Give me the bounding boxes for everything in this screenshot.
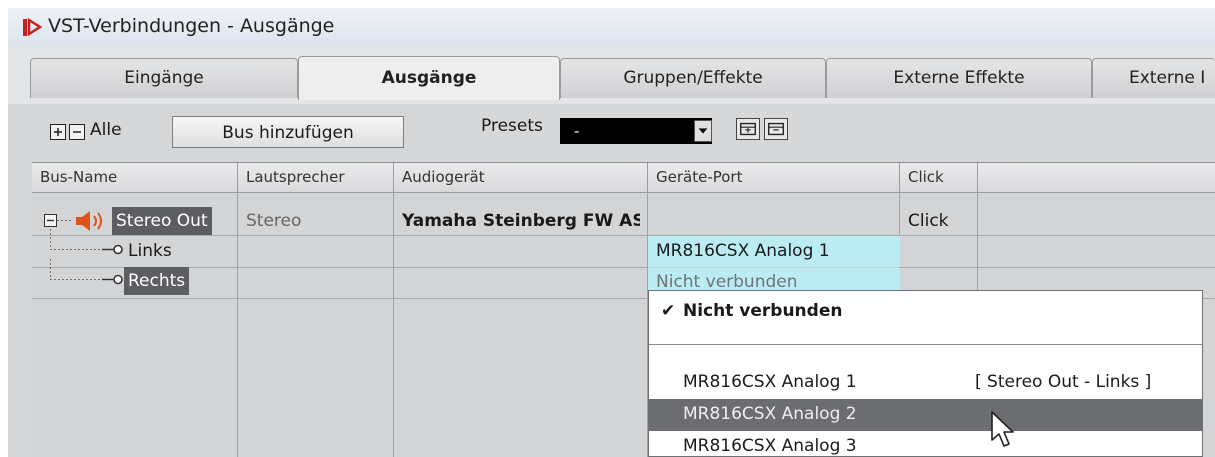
column-divider	[237, 193, 238, 457]
speaker-config[interactable]: Stereo	[246, 211, 301, 231]
header-bus-name[interactable]: Bus-Name	[32, 163, 238, 193]
menu-item-nicht-verbunden[interactable]: ✔ Nicht verbunden	[649, 297, 1202, 329]
menu-item-label: Nicht verbunden	[683, 301, 843, 321]
window-title: VST-Verbindungen - Ausgänge	[48, 15, 335, 37]
tab-gruppen-effekte[interactable]: Gruppen/Effekte	[560, 58, 826, 98]
header-empty	[978, 163, 1215, 193]
toolbar: Alle Bus hinzufügen Presets -	[8, 104, 1215, 162]
click-value[interactable]: Click	[908, 211, 949, 231]
row-divider	[900, 267, 1215, 268]
menu-item-label: MR816CSX Analog 3	[683, 436, 857, 456]
checkmark-icon: ✔	[661, 301, 676, 321]
menu-item-analog-3[interactable]: MR816CSX Analog 3	[649, 431, 1202, 457]
tab-externe-effekte[interactable]: Externe Effekte	[826, 58, 1092, 98]
channel-links[interactable]: Links	[128, 241, 172, 261]
menu-separator	[649, 344, 1202, 345]
row-divider	[32, 298, 648, 299]
remove-preset-icon[interactable]	[764, 118, 788, 140]
menu-item-assignment: [ Stereo Out - Links ]	[975, 372, 1152, 392]
tab-bar: Eingänge Ausgänge Gruppen/Effekte Extern…	[8, 46, 1215, 104]
audio-device[interactable]: Yamaha Steinberg FW AS	[402, 211, 640, 231]
header-device-port[interactable]: Geräte-Port	[648, 163, 900, 193]
presets-select[interactable]: -	[560, 118, 712, 144]
presets-label: Presets	[481, 116, 543, 136]
menu-item-analog-2[interactable]: MR816CSX Analog 2	[649, 399, 1202, 431]
menu-item-analog-1[interactable]: MR816CSX Analog 1 [ Stereo Out - Links ]	[649, 367, 1202, 399]
menu-item-label: MR816CSX Analog 1	[683, 372, 857, 392]
port-dropdown-menu: ✔ Nicht verbunden MR816CSX Analog 1 [ St…	[648, 290, 1203, 457]
column-divider	[977, 193, 978, 299]
device-port-links[interactable]: MR816CSX Analog 1	[656, 241, 830, 261]
column-divider	[393, 193, 394, 457]
header-click[interactable]: Click	[900, 163, 978, 193]
header-audio-device[interactable]: Audiogerät	[394, 163, 648, 193]
menu-item-label: MR816CSX Analog 2	[683, 404, 857, 424]
tab-externe-instrumente[interactable]: Externe I	[1092, 58, 1215, 98]
vst-connections-window: VST-Verbindungen - Ausgänge Eingänge Aus…	[8, 8, 1215, 457]
mouse-pointer-icon	[991, 411, 1014, 447]
cubase-logo-icon	[23, 17, 42, 37]
channel-rechts[interactable]: Rechts	[124, 267, 190, 295]
tab-ausgaenge[interactable]: Ausgänge	[298, 56, 560, 100]
row-divider	[32, 235, 1215, 236]
title-bar[interactable]: VST-Verbindungen - Ausgänge	[8, 8, 1215, 46]
store-preset-icon[interactable]	[736, 118, 760, 140]
header-speaker[interactable]: Lautsprecher	[238, 163, 394, 193]
expand-collapse-all-icon[interactable]	[50, 124, 86, 140]
all-label: Alle	[90, 120, 122, 140]
tab-eingaenge[interactable]: Eingänge	[30, 58, 298, 98]
add-bus-button[interactable]: Bus hinzufügen	[172, 116, 404, 148]
device-port-rechts[interactable]: Nicht verbunden	[656, 272, 798, 292]
dropdown-arrow-icon[interactable]	[694, 120, 712, 142]
